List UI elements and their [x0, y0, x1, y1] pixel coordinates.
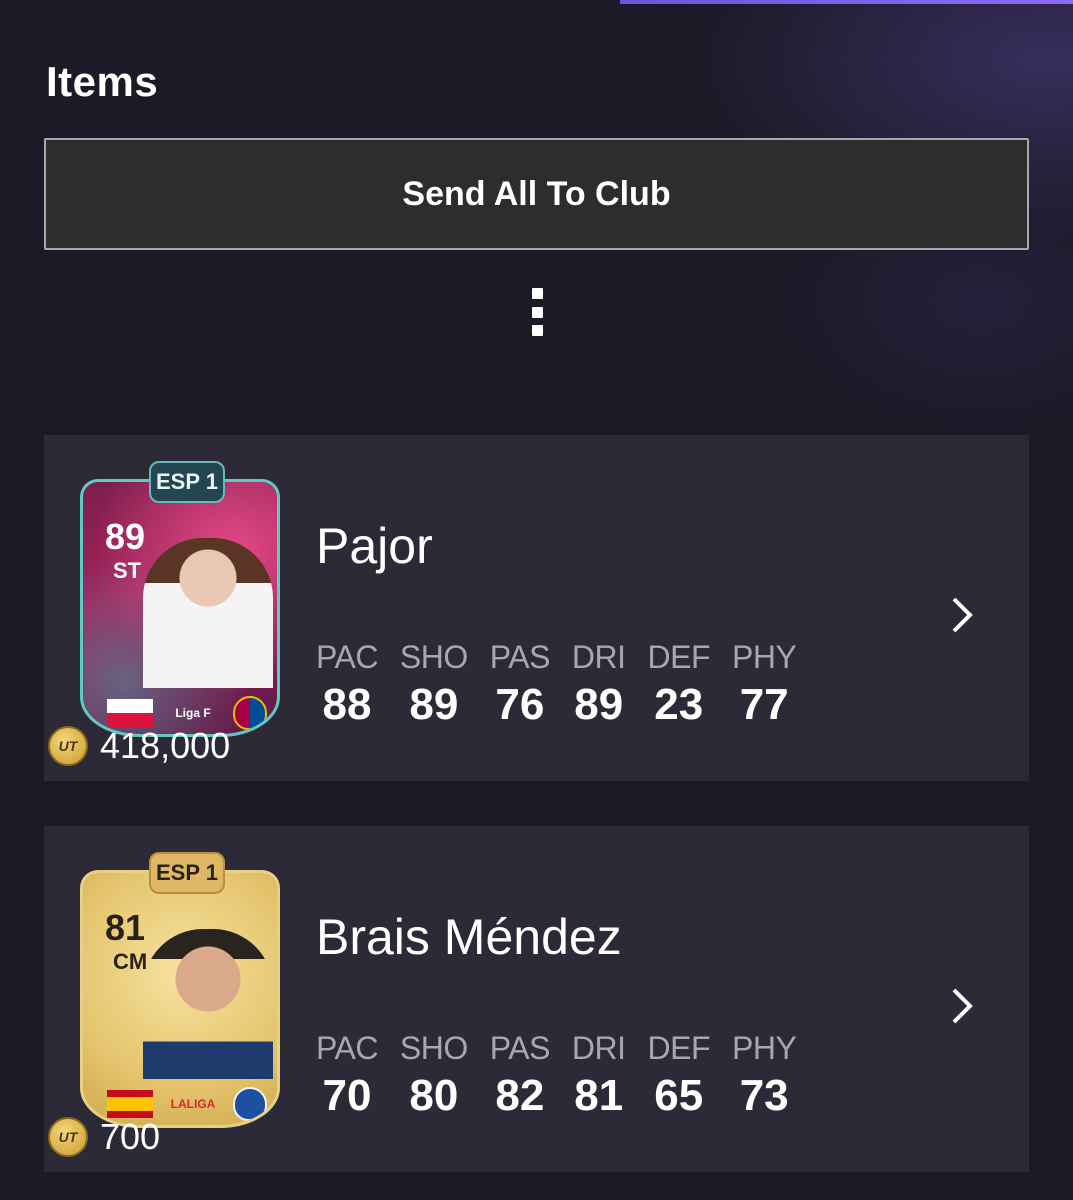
stat-value: 80: [409, 1071, 459, 1120]
card-rating: 89: [105, 516, 146, 557]
price-value: 700: [100, 1116, 161, 1157]
top-accent-bar: [620, 0, 1073, 4]
stat-pac: PAC 88: [316, 639, 378, 730]
card-rating: 81: [105, 907, 146, 948]
stat-label: DRI: [571, 639, 626, 675]
player-card: 81 CM LALIGA: [80, 870, 280, 1128]
stat-value: 23: [654, 680, 704, 729]
coin-icon: UT: [48, 726, 88, 766]
nation-flag-icon: [107, 699, 153, 727]
stat-value: 73: [739, 1071, 789, 1120]
stat-dri: DRI 89: [572, 639, 626, 730]
club-crest-icon: [233, 1087, 267, 1121]
chevron-right-icon[interactable]: [942, 595, 982, 635]
player-stats: PAC 70 SHO 80 PAS 82 DRI 81 DEF 65 PHY 73: [316, 1030, 818, 1121]
player-name: Pajor: [316, 518, 433, 574]
stat-dri: DRI 81: [572, 1030, 626, 1121]
price-value: 418,000: [100, 725, 231, 766]
stat-label: SHO: [399, 639, 468, 675]
page-title: Items: [46, 58, 159, 105]
item-row-brais-mendez[interactable]: 81 CM LALIGA ESP 1 UT 700 Brais Méndez P…: [44, 826, 1029, 1172]
stat-label: PHY: [732, 1030, 797, 1066]
stat-label: DRI: [571, 1030, 626, 1066]
chevron-right-icon[interactable]: [942, 986, 982, 1026]
stat-phy: PHY 77: [732, 639, 797, 730]
coin-icon: UT: [48, 1117, 88, 1157]
card-position: CM: [113, 949, 148, 974]
stat-value: 70: [322, 1071, 372, 1120]
stat-value: 89: [409, 680, 459, 729]
stat-sho: SHO 89: [400, 639, 468, 730]
nation-flag-icon: [107, 1090, 153, 1118]
stat-label: PAS: [489, 639, 551, 675]
stat-phy: PHY 73: [732, 1030, 797, 1121]
stat-value: 77: [739, 680, 789, 729]
ellipsis-dot: [531, 306, 543, 318]
player-portrait: [143, 538, 273, 688]
stat-def: DEF 65: [648, 1030, 711, 1121]
stat-value: 81: [574, 1071, 624, 1120]
price: UT 418,000: [48, 725, 230, 767]
stat-pac: PAC 70: [316, 1030, 378, 1121]
player-card: 89 ST Liga F: [80, 479, 280, 737]
player-stats: PAC 88 SHO 89 PAS 76 DRI 89 DEF 23 PHY 77: [316, 639, 818, 730]
ellipsis-dot: [531, 288, 543, 299]
club-crest-icon: [233, 696, 267, 730]
ellipsis-dot: [531, 325, 543, 336]
stat-label: DEF: [647, 639, 711, 675]
stat-label: PHY: [732, 639, 797, 675]
stat-label: SHO: [399, 1030, 468, 1066]
stat-value: 89: [574, 680, 624, 729]
league-logo-icon: Liga F: [175, 706, 211, 720]
stat-value: 82: [495, 1071, 545, 1120]
stat-def: DEF 23: [648, 639, 711, 730]
stat-label: DEF: [647, 1030, 711, 1066]
stat-label: PAS: [489, 1030, 551, 1066]
stat-value: 65: [654, 1071, 704, 1120]
send-all-to-club-button[interactable]: Send All To Club: [44, 138, 1029, 250]
stat-pas: PAS 82: [489, 1030, 551, 1121]
player-portrait: [143, 929, 273, 1079]
stat-sho: SHO 80: [400, 1030, 468, 1121]
league-badge: ESP 1: [149, 461, 225, 503]
card-position: ST: [113, 558, 142, 583]
player-name: Brais Méndez: [316, 909, 622, 965]
stat-label: PAC: [316, 639, 378, 675]
stat-value: 76: [495, 680, 545, 729]
stat-pas: PAS 76: [489, 639, 551, 730]
stat-label: PAC: [316, 1030, 378, 1066]
stat-value: 88: [322, 680, 372, 729]
league-badge: ESP 1: [149, 852, 225, 894]
item-row-pajor[interactable]: 89 ST Liga F ESP 1 UT 418,000 Pajor PAC 8…: [44, 435, 1029, 781]
vertical-ellipsis-icon[interactable]: [520, 284, 554, 340]
league-logo-icon: LALIGA: [170, 1097, 216, 1111]
price: UT 700: [48, 1116, 160, 1158]
